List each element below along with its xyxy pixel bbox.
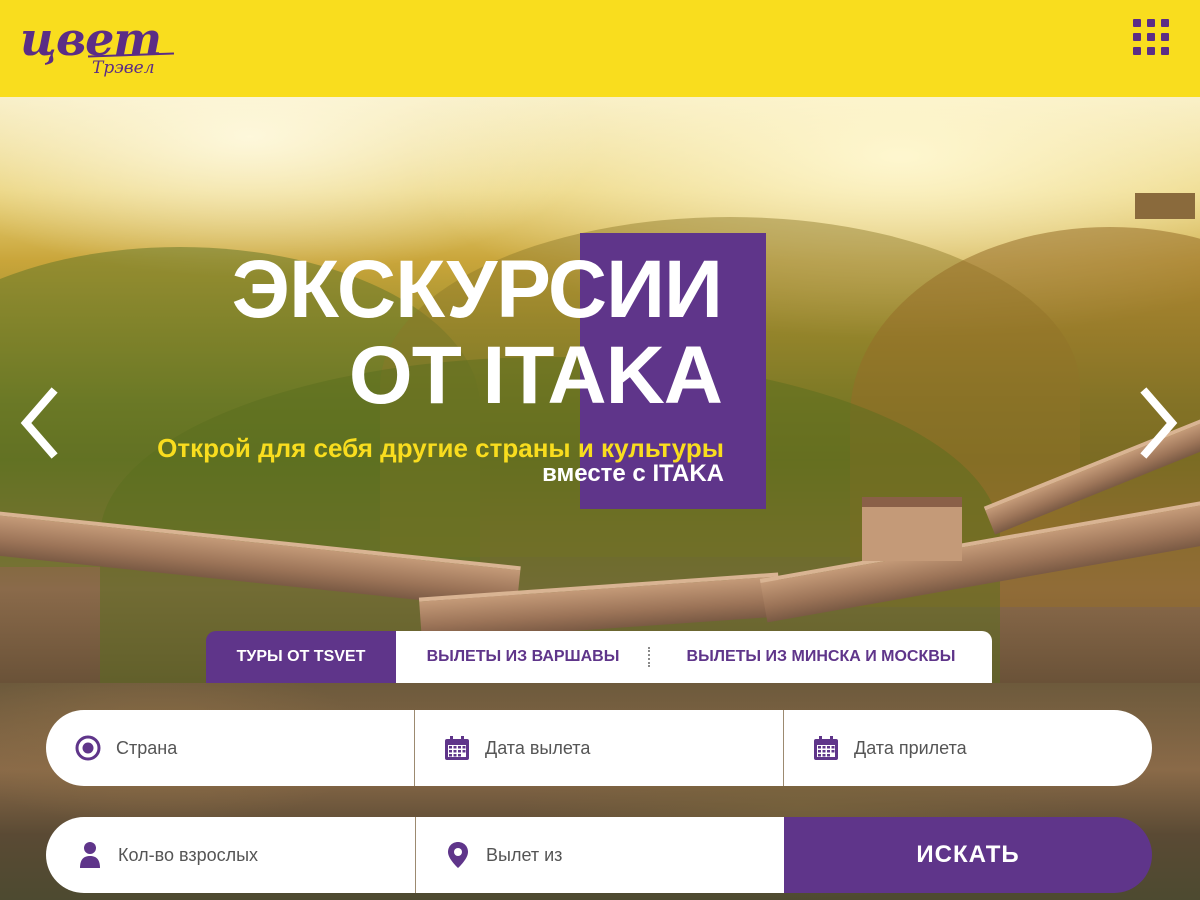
departure-city-field[interactable]: Вылет из [415,817,784,893]
person-icon [76,841,104,869]
search-tabs: ТУРЫ ОТ TSVET ВЫЛЕТЫ ИЗ ВАРШАВЫ ВЫЛЕТЫ И… [206,631,992,683]
calendar-icon [812,734,840,762]
search-row-1: Страна Дата вылета Дата прилета [46,710,1152,786]
map-pin-icon [444,841,472,869]
search-button[interactable]: ИСКАТЬ [784,817,1152,893]
hero-banner: ЭКСКУРСИИ ОТ ITAKA Открой для себя други… [0,97,1200,683]
brand-logo[interactable]: цвет Трэвел [18,12,188,87]
slider-prev-button[interactable] [18,387,62,459]
arrival-date-placeholder: Дата прилета [854,737,967,758]
site-header: цвет Трэвел [0,0,1200,97]
hero-title-line2: ОТ ITAKA [348,330,723,421]
adults-field[interactable]: Кол-во взрослых [46,817,415,893]
hero-subtitle-brand: вместе с ITAKA [542,460,724,487]
departure-city-placeholder: Вылет из [486,844,563,865]
departure-date-field[interactable]: Дата вылета [414,710,783,786]
departure-date-placeholder: Дата вылета [485,737,591,758]
adults-placeholder: Кол-во взрослых [118,844,259,865]
logo-subtitle: Трэвел [92,58,155,78]
tab-minsk-moscow-departures[interactable]: ВЫЛЕТЫ ИЗ МИНСКА И МОСКВЫ [650,631,992,683]
grid-menu-icon[interactable] [1133,19,1173,59]
slider-next-button[interactable] [1136,387,1180,459]
country-placeholder: Страна [116,737,178,758]
hero-title-line1: ЭКСКУРСИИ [231,244,723,335]
target-icon [74,734,102,762]
hero-title: ЭКСКУРСИИ ОТ ITAKA [120,244,723,421]
chevron-right-icon [1140,387,1178,459]
country-field[interactable]: Страна [46,710,414,786]
tab-warsaw-departures[interactable]: ВЫЛЕТЫ ИЗ ВАРШАВЫ [396,631,650,683]
arrival-date-field[interactable]: Дата прилета [783,710,1152,786]
search-row-2: Кол-во взрослых Вылет из ИСКАТЬ [46,817,1152,893]
chevron-left-icon [20,387,58,459]
calendar-icon [443,734,471,762]
tab-tsvet-tours[interactable]: ТУРЫ ОТ TSVET [206,631,396,683]
